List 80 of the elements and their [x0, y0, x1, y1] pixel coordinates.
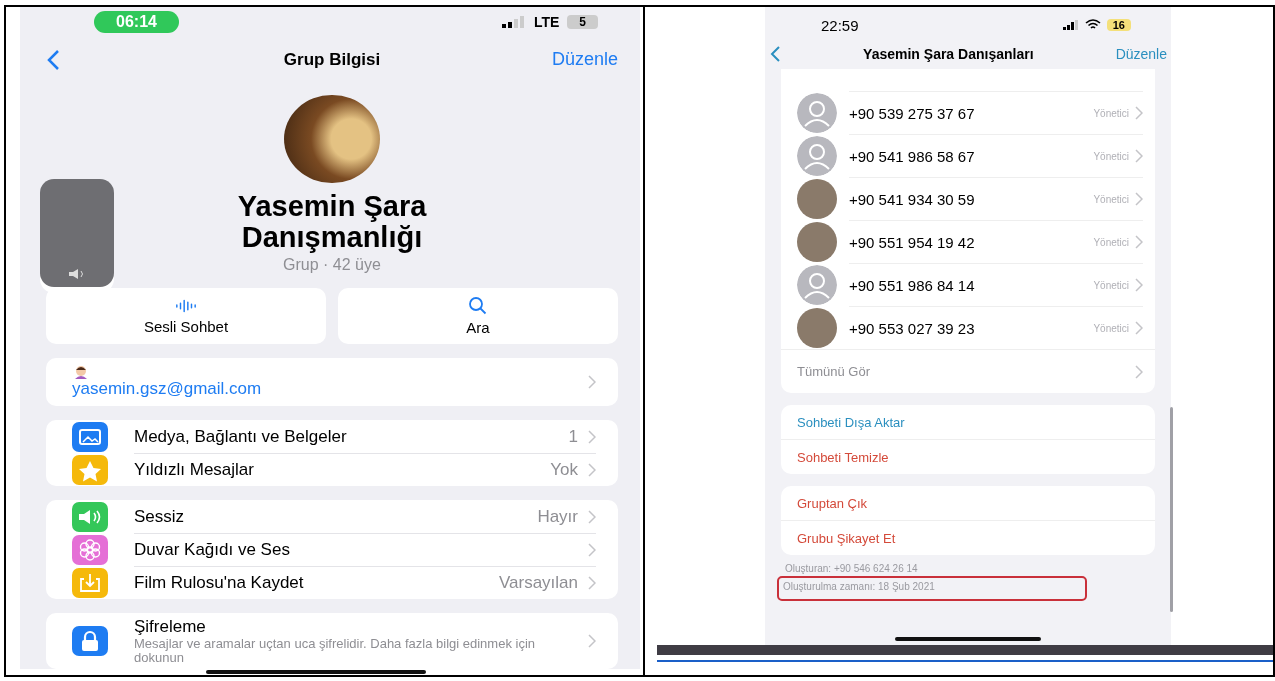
back-icon[interactable]	[46, 48, 60, 71]
row-value: Varsayılan	[498, 573, 578, 593]
member-phone: +90 553 027 39 23	[849, 319, 976, 337]
member-phone: +90 541 986 58 67	[849, 147, 976, 165]
battery-level: 16	[1106, 19, 1131, 31]
member-role: Yönetici	[1093, 279, 1129, 291]
chevron-icon	[588, 375, 596, 390]
network-label: LTE	[533, 14, 560, 30]
settings-row[interactable]: Film Rulosu'na Kaydet Varsayılan	[134, 565, 596, 600]
row-label: Şifreleme	[134, 617, 207, 637]
email-link[interactable]: yasemin.gsz@gmail.com	[72, 379, 262, 400]
edit-link[interactable]: Düzenle	[551, 49, 618, 71]
nav-title: Yasemin Şara Danışanları	[862, 46, 1035, 62]
row-label: Film Rulosu'na Kaydet	[134, 573, 304, 593]
nav-title: Grup Bilgisi	[283, 49, 381, 70]
encryption-text: Mesajlar ve aramalar uçtan uca şifrelidir. Daha fazla bilgi edinmek için dokunun	[134, 637, 536, 665]
member-role: Yönetici	[1093, 193, 1129, 205]
row-value: 1	[568, 426, 578, 447]
status-time: 22:59	[821, 16, 859, 34]
signal-icon	[501, 16, 526, 28]
member-role: Yönetici	[1093, 236, 1129, 248]
action-item[interactable]: Sohbeti Temizle	[781, 439, 1155, 474]
member-phone: +90 539 275 37 67	[849, 104, 976, 122]
chevron-icon	[588, 543, 596, 557]
see-all-label: Tümünü Gör	[797, 364, 870, 379]
chevron-icon	[588, 429, 596, 444]
member-phone: +90 551 954 19 42	[849, 233, 976, 251]
row-label: Duvar Kağıdı ve Ses	[134, 540, 290, 560]
chevron-icon	[588, 634, 596, 648]
settings-row[interactable]: Medya, Bağlantı ve Belgeler 1	[134, 420, 596, 453]
back-icon[interactable]	[769, 45, 781, 63]
row-label: Yıldızlı Mesajlar	[134, 460, 254, 480]
member-role: Yönetici	[1093, 322, 1129, 334]
member-phone: +90 541 934 30 59	[849, 190, 976, 208]
battery-level: 5	[567, 15, 598, 29]
waveform-icon	[175, 297, 197, 314]
footer-text: Oluşturulma zamanı: 18 Şub 2021	[777, 576, 1087, 601]
footer-text: Oluşturan: +90 546 624 26 14	[784, 562, 919, 576]
group-name: Yasemin Şara Danışmanlığı	[236, 191, 428, 254]
chevron-icon	[1135, 149, 1143, 163]
description-card[interactable]: yasemin.gsz@gmail.com	[46, 358, 618, 406]
action-item[interactable]: Grubu Şikayet Et	[781, 520, 1155, 555]
member-phone: +90 551 986 84 14	[849, 276, 976, 294]
member-row[interactable]: +90 541 986 58 67 Yönetici	[849, 133, 1143, 178]
wifi-icon	[1084, 19, 1101, 31]
settings-row[interactable]: Yıldızlı Mesajlar Yok	[134, 452, 596, 487]
signal-icon	[1062, 20, 1079, 30]
chevron-icon	[1135, 278, 1143, 292]
search-button[interactable]: Ara	[338, 288, 618, 345]
row-value: Hayır	[537, 506, 578, 527]
member-row[interactable]: +90 551 954 19 42 Yönetici	[849, 219, 1143, 264]
member-role: Yönetici	[1093, 150, 1129, 162]
chevron-icon	[1135, 192, 1143, 206]
member-row[interactable]: +90 551 986 84 14 Yönetici	[849, 262, 1143, 307]
settings-row[interactable]: Duvar Kağıdı ve Ses	[134, 532, 596, 567]
voice-button[interactable]: Sesli Sohbet	[46, 288, 326, 345]
chevron-icon	[588, 463, 596, 477]
member-row[interactable]: +90 539 275 37 67 Yönetici	[849, 90, 1143, 135]
flower-icon	[72, 534, 108, 565]
search-icon	[468, 296, 488, 315]
chevron-icon	[1135, 235, 1143, 249]
speaker-icon	[68, 269, 86, 279]
member-row[interactable]: +90 541 934 30 59 Yönetici	[849, 176, 1143, 221]
row-label: Medya, Bağlantı ve Belgeler	[134, 426, 347, 447]
chevron-icon	[1135, 364, 1143, 379]
chevron-icon	[588, 576, 596, 590]
chevron-icon	[1135, 321, 1143, 335]
action-item[interactable]: Gruptan Çık	[781, 486, 1155, 520]
member-role: Yönetici	[1093, 107, 1129, 119]
member-row[interactable]: +90 553 027 39 23 Yönetici	[849, 305, 1143, 350]
group-subtitle: Grup · 42 üye	[283, 256, 381, 275]
settings-row[interactable]: Sessiz Hayır	[134, 500, 596, 533]
encryption-row[interactable]: Şifreleme Mesajlar ve aramalar uçtan uca şifrelidir. Daha fazla bilgi edinmek için dokunun	[46, 613, 618, 669]
row-value: Yok	[550, 460, 578, 480]
status-time: 06:14	[94, 11, 179, 33]
chevron-icon	[1135, 106, 1143, 120]
action-item[interactable]: Sohbeti Dışa Aktar	[781, 405, 1155, 439]
row-label: Sessiz	[134, 506, 185, 527]
lock-icon	[72, 626, 108, 656]
chevron-icon	[588, 509, 596, 524]
